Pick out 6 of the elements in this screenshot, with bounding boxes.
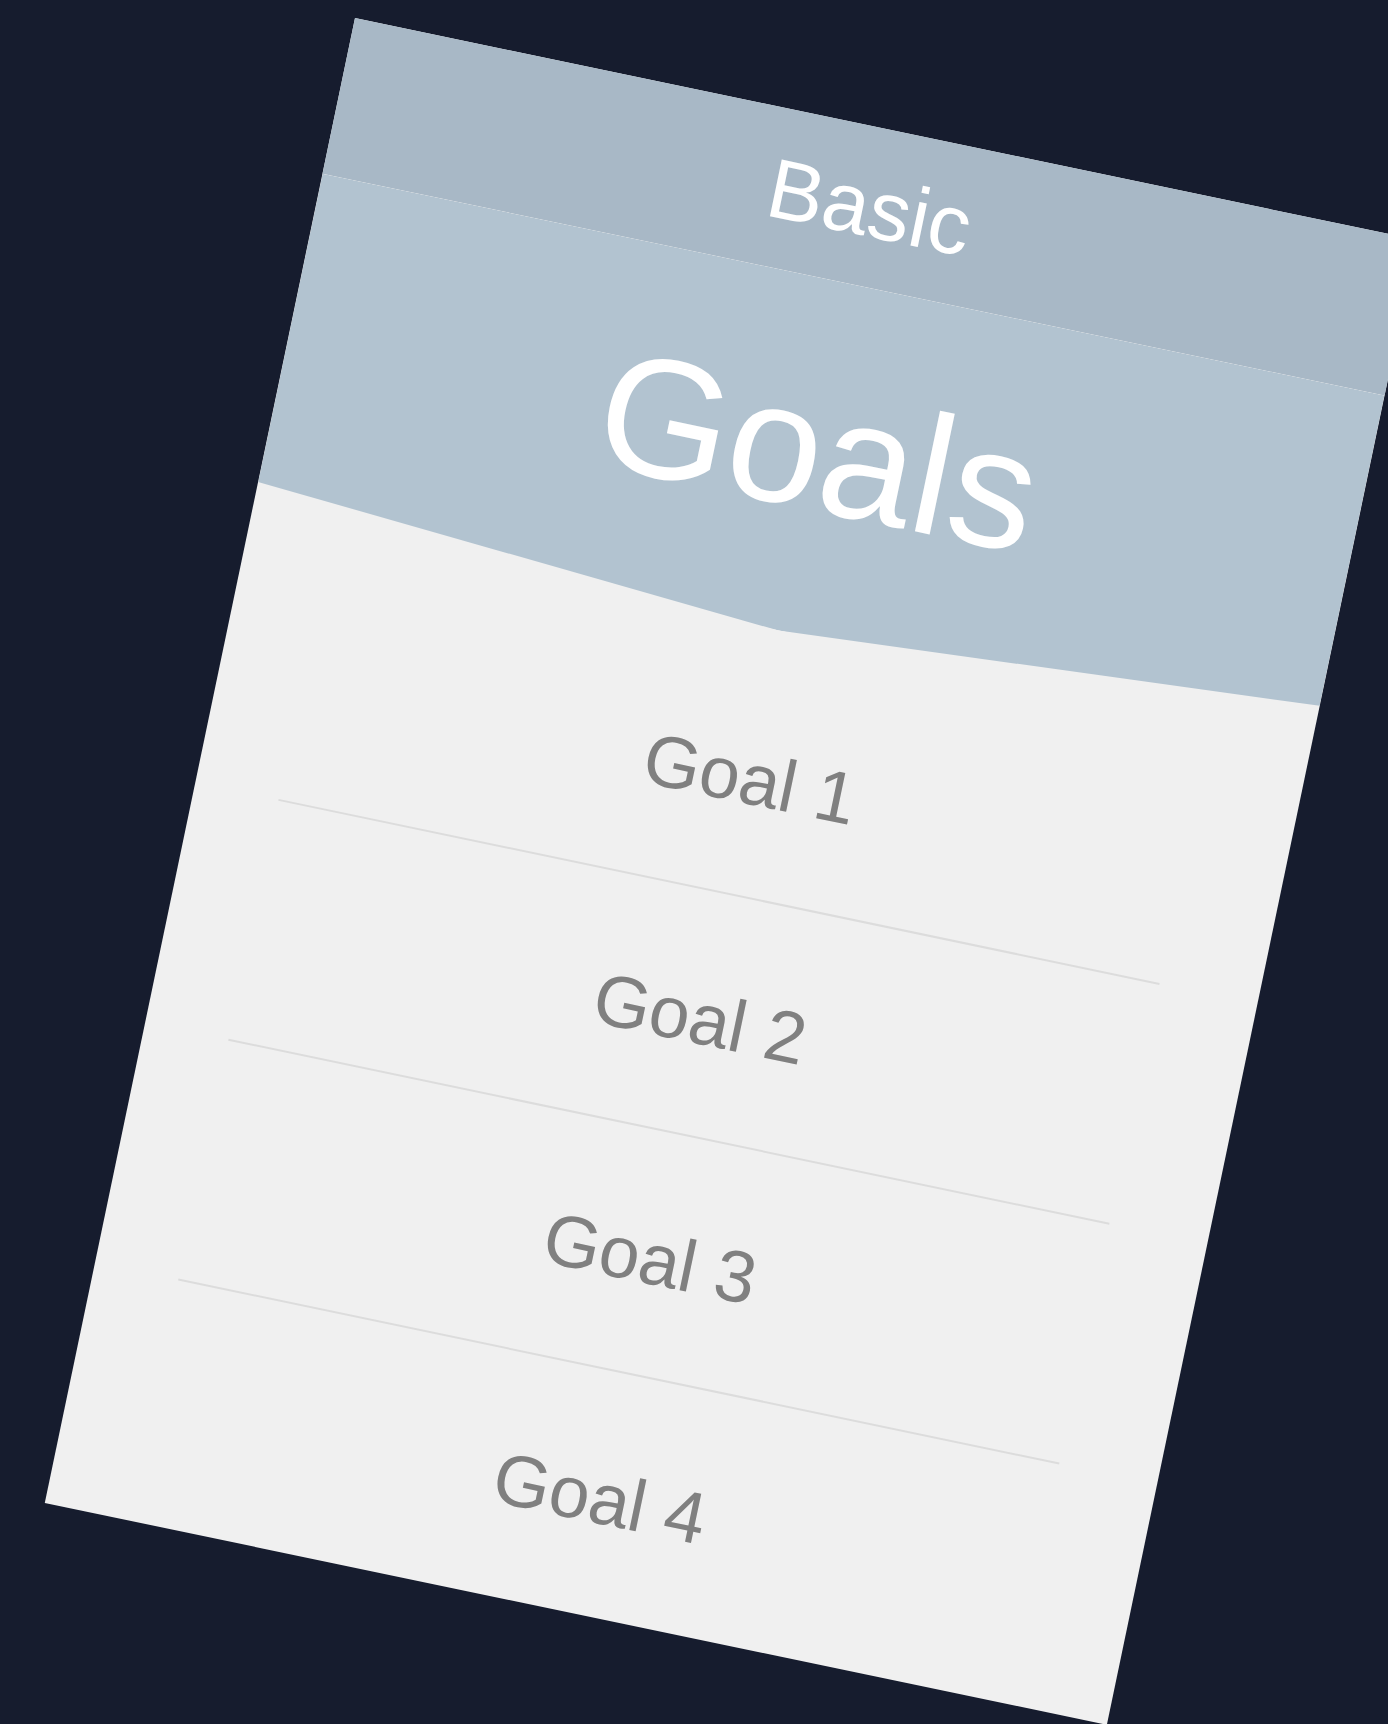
header-subtitle: Basic <box>760 144 979 269</box>
goal-item[interactable]: Goal 1 <box>637 720 864 837</box>
page-title: Goals <box>583 322 1054 585</box>
goal-item[interactable]: Goal 2 <box>587 960 813 1076</box>
goal-item[interactable]: Goal 4 <box>487 1440 713 1556</box>
goal-item[interactable]: Goal 3 <box>537 1200 763 1316</box>
